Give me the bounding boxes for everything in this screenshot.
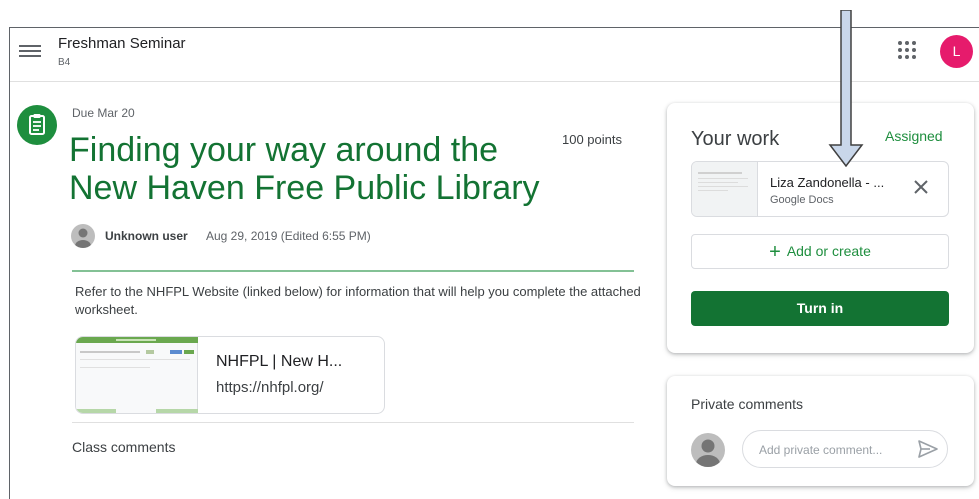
- attached-doc[interactable]: Liza Zandonella - ... Google Docs: [691, 161, 949, 217]
- doc-type: Google Docs: [770, 194, 834, 206]
- send-icon[interactable]: [917, 438, 939, 460]
- attachment-url: https://nhfpl.org/: [216, 379, 324, 396]
- due-date: Due Mar 20: [72, 106, 135, 120]
- class-title[interactable]: Freshman Seminar: [58, 35, 186, 52]
- assignment-icon: [17, 105, 57, 145]
- your-work-card: Your work Assigned Liza Zandonella - ...…: [667, 103, 974, 353]
- title-divider: [72, 270, 634, 272]
- author-name: Unknown user: [105, 229, 188, 243]
- class-section: B4: [58, 57, 71, 68]
- doc-name: Liza Zandonella - ...: [770, 175, 885, 190]
- account-avatar[interactable]: L: [940, 35, 973, 68]
- assignment-description: Refer to the NHFPL Website (linked below…: [75, 284, 641, 317]
- post-date: Aug 29, 2019 (Edited 6:55 PM): [206, 229, 371, 243]
- add-or-create-button[interactable]: + Add or create: [691, 234, 949, 269]
- apps-icon[interactable]: [898, 41, 916, 59]
- doc-thumbnail: [692, 162, 758, 216]
- attachment-title: NHFPL | New H...: [216, 353, 343, 370]
- plus-icon: +: [769, 241, 781, 263]
- assignment-title-line-1: Finding your way around the: [69, 131, 499, 169]
- private-comments-title: Private comments: [691, 396, 804, 412]
- commenter-avatar: [691, 433, 725, 467]
- menu-icon[interactable]: [19, 42, 41, 60]
- private-comments-card: Private comments Add private comment...: [667, 376, 974, 486]
- add-or-create-label: Add or create: [786, 243, 871, 259]
- attachment-link-card[interactable]: NHFPL | New H... https://nhfpl.org/: [75, 336, 385, 414]
- turn-in-button[interactable]: Turn in: [691, 291, 949, 326]
- arrow-down-annotation: [828, 10, 864, 167]
- assignment-status: Assigned: [885, 128, 943, 144]
- assignment-title-line-2: New Haven Free Public Library: [69, 169, 540, 207]
- close-icon[interactable]: [910, 176, 932, 198]
- comments-divider: [72, 422, 634, 423]
- author-avatar: [71, 224, 95, 248]
- your-work-title: Your work: [691, 128, 780, 150]
- class-comments-label[interactable]: Class comments: [72, 439, 175, 455]
- attachment-thumbnail: [76, 337, 198, 413]
- assignment-title: Finding your way around the New Haven Fr…: [69, 131, 589, 207]
